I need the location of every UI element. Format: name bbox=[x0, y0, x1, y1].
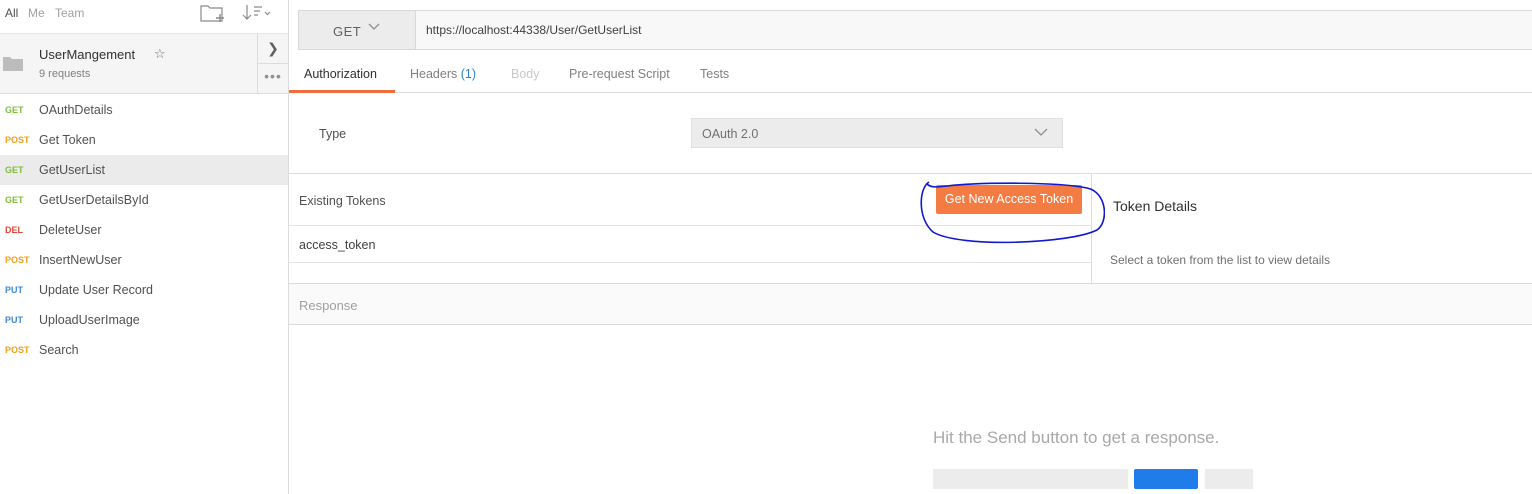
auth-type-value: OAuth 2.0 bbox=[702, 127, 759, 141]
active-tab-indicator bbox=[289, 90, 395, 93]
request-name: Search bbox=[39, 343, 79, 357]
request-list-item[interactable]: PUT Update User Record bbox=[0, 275, 288, 305]
request-list: GET OAuthDetails POST Get Token GET GetUserLi… bbox=[0, 95, 288, 365]
request-name: GetUserDetailsById bbox=[39, 193, 149, 207]
token-details-title: Token Details bbox=[1113, 198, 1198, 214]
sort-icon[interactable] bbox=[241, 2, 273, 27]
url-input[interactable]: https://localhost:44338/User/GetUserList bbox=[426, 23, 641, 37]
divider bbox=[289, 262, 1092, 263]
request-list-item[interactable]: POST Get Token bbox=[0, 125, 288, 155]
chevron-down-icon bbox=[1034, 125, 1048, 142]
annotation-circle bbox=[920, 181, 1105, 244]
placeholder-bar bbox=[933, 469, 1128, 489]
request-list-item[interactable]: PUT UploadUserImage bbox=[0, 305, 288, 335]
chevron-down-icon bbox=[368, 20, 380, 35]
collection-header[interactable]: UserMangement 9 requests ☆ ❯ ••• bbox=[0, 33, 288, 94]
collection-filter-bar: All Me Team bbox=[0, 0, 288, 28]
collection-request-count: 9 requests bbox=[39, 68, 91, 80]
sidebar: All Me Team UserMangement 9 requests ☆ ❯ bbox=[0, 0, 289, 494]
method-label: GET bbox=[333, 24, 362, 39]
request-method-badge: POST bbox=[5, 135, 30, 145]
placeholder-bar bbox=[1205, 469, 1253, 489]
request-method-badge: GET bbox=[5, 165, 24, 175]
request-list-item[interactable]: DEL DeleteUser bbox=[0, 215, 288, 245]
token-list-item[interactable]: access_token bbox=[299, 238, 375, 252]
tokens-panel: Existing Tokens access_token Get New Acc… bbox=[289, 173, 1532, 284]
request-method-badge: PUT bbox=[5, 285, 23, 295]
request-method-badge: POST bbox=[5, 345, 30, 355]
folder-icon bbox=[3, 56, 23, 74]
filter-team[interactable]: Team bbox=[55, 6, 84, 20]
request-name: InsertNewUser bbox=[39, 253, 122, 267]
filter-all[interactable]: All bbox=[5, 6, 18, 20]
request-list-item[interactable]: GET OAuthDetails bbox=[0, 95, 288, 125]
request-name: OAuthDetails bbox=[39, 103, 113, 117]
more-options-icon[interactable]: ••• bbox=[257, 64, 288, 94]
request-url-bar: GET https://localhost:44338/User/GetUser… bbox=[298, 10, 1532, 50]
request-method-badge: GET bbox=[5, 105, 24, 115]
request-name: Update User Record bbox=[39, 283, 153, 297]
request-name: DeleteUser bbox=[39, 223, 102, 237]
tab-headers[interactable]: Headers (1) bbox=[410, 67, 476, 81]
tab-pre-request-script[interactable]: Pre-request Script bbox=[569, 67, 670, 81]
request-tabs: Authorization Headers (1) Body Pre-reque… bbox=[289, 56, 1532, 93]
request-method-badge: DEL bbox=[5, 225, 23, 235]
method-select[interactable]: GET bbox=[299, 11, 416, 49]
request-list-item[interactable]: POST InsertNewUser bbox=[0, 245, 288, 275]
filter-me[interactable]: Me bbox=[28, 6, 45, 20]
response-empty-hint: Hit the Send button to get a response. bbox=[933, 428, 1220, 447]
request-list-item[interactable]: GET GetUserDetailsById bbox=[0, 185, 288, 215]
tab-authorization[interactable]: Authorization bbox=[304, 67, 377, 81]
auth-type-select[interactable]: OAuth 2.0 bbox=[691, 118, 1063, 148]
response-label: Response bbox=[299, 298, 358, 313]
request-editor: GET https://localhost:44338/User/GetUser… bbox=[289, 0, 1532, 494]
star-icon[interactable]: ☆ bbox=[154, 46, 166, 62]
request-list-item[interactable]: POST Search bbox=[0, 335, 288, 365]
existing-tokens-panel: Existing Tokens access_token Get New Acc… bbox=[289, 174, 1105, 284]
existing-tokens-label: Existing Tokens bbox=[299, 194, 386, 208]
request-name: GetUserList bbox=[39, 163, 105, 177]
request-list-item[interactable]: GET GetUserList bbox=[0, 155, 288, 185]
collection-name: UserMangement bbox=[39, 47, 136, 62]
request-name: Get Token bbox=[39, 133, 96, 147]
placeholder-button bbox=[1134, 469, 1198, 489]
request-name: UploadUserImage bbox=[39, 313, 140, 327]
new-folder-icon[interactable] bbox=[199, 2, 227, 27]
request-method-badge: POST bbox=[5, 255, 30, 265]
tab-body[interactable]: Body bbox=[511, 67, 540, 81]
tab-tests[interactable]: Tests bbox=[700, 67, 729, 81]
auth-type-label: Type bbox=[319, 127, 347, 141]
tab-headers-count: (1) bbox=[460, 67, 477, 81]
request-method-badge: GET bbox=[5, 195, 24, 205]
response-header: Response bbox=[289, 284, 1532, 325]
token-details-hint: Select a token from the list to view det… bbox=[1110, 253, 1331, 267]
request-method-badge: PUT bbox=[5, 315, 23, 325]
expand-collection-icon[interactable]: ❯ bbox=[257, 34, 288, 64]
tab-headers-label: Headers bbox=[410, 67, 458, 81]
